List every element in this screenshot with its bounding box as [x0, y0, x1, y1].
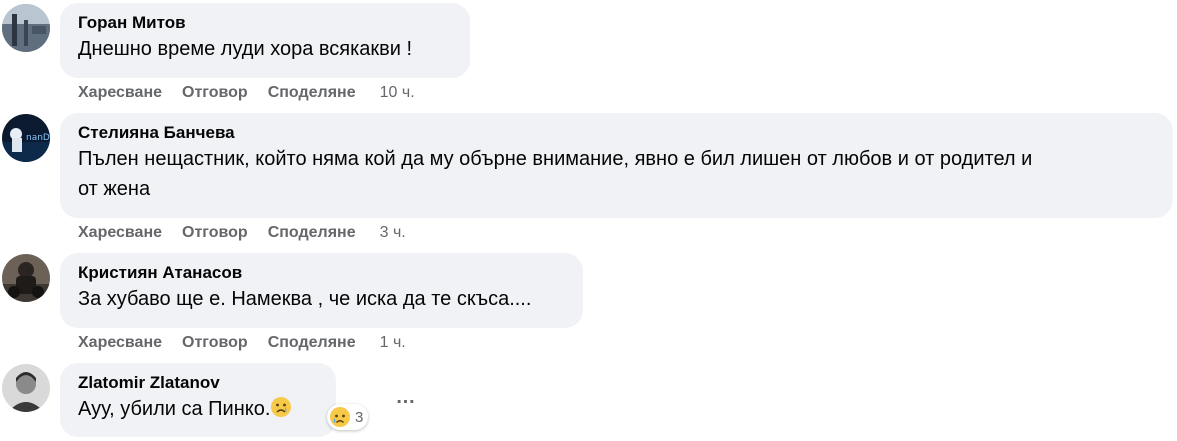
comment-bubble: Горан Митов Днешно време луди хора всяка… [60, 3, 470, 78]
share-button[interactable]: Споделяне [268, 84, 356, 101]
avatar[interactable] [2, 364, 50, 412]
comment-bubble: Zlatomir Zlatanov Ауу, убили са Пинко. [60, 363, 336, 437]
more-options-button[interactable]: … [392, 387, 420, 410]
avatar-goran-image [2, 4, 50, 52]
reply-button[interactable]: Отговор [182, 84, 248, 101]
comment-text: Днешно време луди хора всякакви ! [78, 38, 413, 60]
crying-emoji-icon [270, 396, 292, 427]
reply-button[interactable]: Отговор [182, 224, 248, 241]
comment-text: За хубаво ще е. Намеква , че иска да те … [78, 288, 532, 310]
avatar-kristiyan-image [2, 254, 50, 302]
sad-reaction-icon [329, 406, 351, 428]
comment-actions: Харесване Отговор Споделяне 10 ч. [78, 82, 415, 104]
avatar[interactable]: nanDs [2, 114, 50, 162]
share-button[interactable]: Споделяне [268, 334, 356, 351]
avatar-steliyana-image: nanDs [2, 114, 50, 162]
reply-button[interactable]: Отговор [182, 334, 248, 351]
comment-text: Ауу, убили са Пинко. [78, 394, 318, 427]
comment-bubble: Стелияна Банчева Пълен нещастник, който … [60, 113, 1173, 218]
comment-bubble: Кристиян Атанасов За хубаво ще е. Намекв… [60, 253, 583, 328]
comment-author[interactable]: Стелияна Банчева [78, 122, 1155, 144]
comment-timestamp[interactable]: 10 ч. [380, 84, 415, 101]
reaction-count: 3 [355, 408, 364, 426]
comment-timestamp[interactable]: 3 ч. [380, 224, 406, 241]
comments-feed: Горан Митов Днешно време луди хора всяка… [0, 0, 1177, 441]
share-button[interactable]: Споделяне [268, 224, 356, 241]
avatar-zlatomir-image [2, 364, 50, 412]
comment-author[interactable]: Горан Митов [78, 12, 452, 34]
reaction-badge[interactable]: 3 [327, 404, 369, 430]
like-button[interactable]: Харесване [78, 84, 162, 101]
avatar[interactable] [2, 4, 50, 52]
comment-timestamp[interactable]: 1 ч. [380, 334, 406, 351]
comment-actions: Харесване Отговор Споделяне 1 ч. [78, 332, 406, 354]
avatar[interactable] [2, 254, 50, 302]
avatar-logo-text: nanDs [26, 133, 50, 143]
comment-actions: Харесване Отговор Споделяне 3 ч. [78, 222, 406, 244]
comment-text-line: от жена [78, 178, 151, 200]
comment-text-content: Ауу, убили са Пинко. [78, 398, 271, 420]
comment-author[interactable]: Кристиян Атанасов [78, 262, 565, 284]
comment-author[interactable]: Zlatomir Zlatanov [78, 372, 318, 394]
like-button[interactable]: Харесване [78, 224, 162, 241]
comment-text-line: Пълен нещастник, който няма кой да му об… [78, 148, 1033, 170]
like-button[interactable]: Харесване [78, 334, 162, 351]
